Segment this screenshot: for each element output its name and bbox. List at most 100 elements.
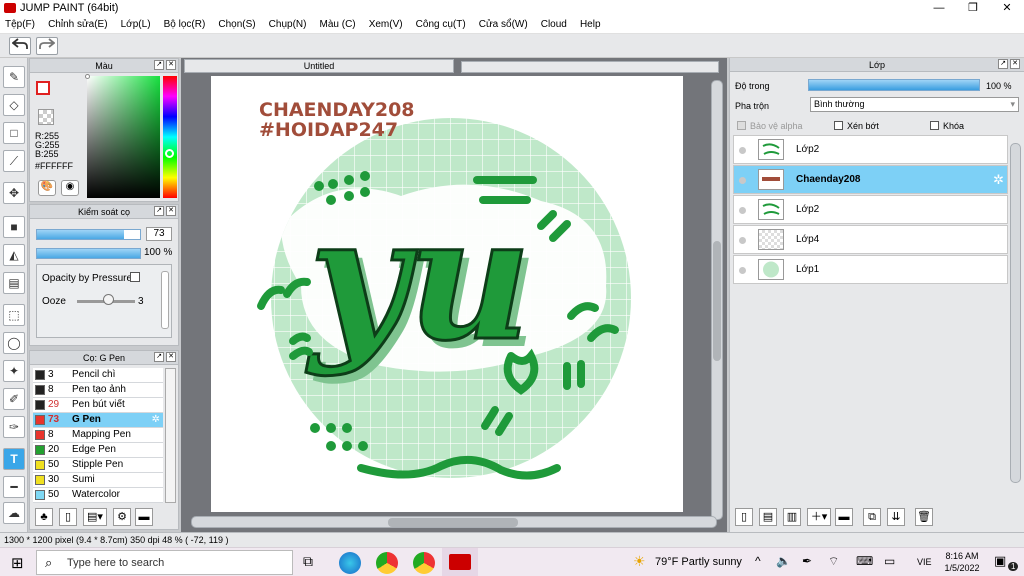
keyboard-icon[interactable]: ⌨ (856, 554, 873, 568)
add-layer-menu-button[interactable]: ＋▾ (807, 508, 831, 526)
cloud-tool[interactable]: ☁ (3, 502, 25, 524)
shape-tool[interactable]: □ (3, 122, 25, 144)
clock[interactable]: 8:16 AM 1/5/2022 (940, 550, 984, 574)
select-eraser-tool[interactable]: ✑ (3, 416, 25, 438)
canvas-hscroll-thumb[interactable] (388, 518, 518, 527)
layer-settings-icon[interactable]: ✲ (993, 172, 1004, 188)
move-tool[interactable]: ✥ (3, 182, 25, 204)
menu-layer[interactable]: Lớp(L) (116, 17, 156, 34)
canvas-tab[interactable]: Untitled (184, 59, 454, 73)
blend-mode-select[interactable]: Bình thường ▾ (810, 97, 1019, 112)
brush-size-value[interactable]: 73 (146, 227, 172, 241)
taskbar-search[interactable]: ⌕ Type here to search (36, 550, 293, 575)
canvas-paper[interactable]: CHAENDAY208 #HOIDAP247 yu yu (211, 76, 683, 512)
brush-settings-button[interactable]: ⚙ (113, 508, 131, 526)
layer-visibility-icon[interactable] (739, 207, 746, 214)
ooze-slider-handle[interactable] (103, 294, 114, 305)
saturation-value-picker[interactable] (85, 74, 160, 198)
gradient-tool[interactable]: ▤ (3, 272, 25, 294)
restore-button[interactable]: ❐ (956, 0, 990, 17)
layer-opacity-slider[interactable] (808, 79, 980, 91)
line-tool[interactable]: ⟋ (3, 150, 25, 172)
brush-row[interactable]: 50 Watercolor (33, 488, 163, 503)
layer-visibility-icon[interactable] (739, 147, 746, 154)
bucket-tool[interactable]: ◭ (3, 244, 25, 266)
hue-handle[interactable] (165, 149, 174, 158)
layer-visibility-icon[interactable] (739, 267, 746, 274)
weather-text[interactable]: 79°F Partly sunny (655, 556, 742, 568)
hue-slider[interactable] (163, 76, 177, 198)
select-rect-tool[interactable]: ⬚ (3, 304, 25, 326)
panel-close-icon[interactable]: ✕ (1010, 59, 1020, 69)
layer-row[interactable]: Lớp2 (733, 135, 1008, 164)
brush-folder-button[interactable]: ▬ (135, 508, 153, 526)
menu-edit[interactable]: Chỉnh sửa(E) (43, 17, 113, 34)
foreground-color[interactable] (36, 81, 50, 95)
layer-row[interactable]: Lớp1 (733, 255, 1008, 284)
brush-tool[interactable]: ✎ (3, 66, 25, 88)
layer-row[interactable]: Lớp4 (733, 225, 1008, 254)
new-layer-button[interactable]: ▯ (735, 508, 753, 526)
layer-folder-button[interactable]: ▬ (835, 508, 853, 526)
minimize-button[interactable]: — (922, 0, 956, 17)
panel-close-icon[interactable]: ✕ (166, 352, 176, 362)
notification-icon[interactable]: ▣ (994, 553, 1006, 569)
menu-window[interactable]: Cửa sổ(W) (474, 17, 533, 34)
ruler-tool[interactable]: ━ (3, 476, 25, 498)
menu-help[interactable]: Help (575, 17, 606, 34)
menu-filter[interactable]: Bộ lọc(R) (159, 17, 211, 34)
merge-layer-button[interactable]: ⇊ (887, 508, 905, 526)
menu-view[interactable]: Xem(V) (364, 17, 408, 34)
windows-start-icon[interactable]: ⊞ (11, 554, 24, 572)
brush-row[interactable]: 50 Stipple Pen (33, 458, 163, 473)
brush-list-scrollbar[interactable] (165, 368, 176, 503)
eraser-tool[interactable]: ◇ (3, 94, 25, 116)
menu-tools[interactable]: Công cụ(T) (411, 17, 471, 34)
color-set-button[interactable]: ◉ (61, 180, 79, 196)
layer-row[interactable]: Lớp2 (733, 195, 1008, 224)
menu-file[interactable]: Tệp(F) (0, 17, 40, 34)
opacity-pressure-checkbox[interactable] (130, 272, 140, 282)
panel-close-icon[interactable]: ✕ (166, 60, 176, 70)
select-pen-tool[interactable]: ✐ (3, 388, 25, 410)
brush-cloud-button[interactable]: ♣ (35, 508, 53, 526)
chrome-icon-2[interactable] (413, 552, 435, 574)
brush-row[interactable]: 20 Edge Pen (33, 443, 163, 458)
battery-icon[interactable]: ▭ (884, 554, 895, 568)
redo-button[interactable] (36, 37, 58, 55)
undo-button[interactable] (9, 37, 31, 55)
brush-options-scrollbar[interactable] (161, 271, 169, 329)
brush-menu-button[interactable]: ▤▾ (83, 508, 107, 526)
pen-icon[interactable]: ✒ (802, 554, 812, 568)
close-button[interactable]: ✕ (990, 0, 1024, 17)
task-view-icon[interactable]: ⧉ (303, 553, 313, 570)
chevron-up-icon[interactable]: ^ (755, 554, 761, 568)
magic-wand-tool[interactable]: ✦ (3, 360, 25, 382)
transparent-color[interactable] (38, 109, 54, 125)
language-indicator[interactable]: VIE (917, 557, 932, 567)
brush-row[interactable]: 3 Pencil chì (33, 368, 163, 383)
brush-row[interactable]: 30 Sumi (33, 473, 163, 488)
speaker-icon[interactable]: 🔈 (776, 554, 791, 568)
text-tool[interactable]: T (3, 448, 25, 470)
brush-settings-icon[interactable]: ✲ (152, 413, 160, 427)
panel-pop-icon[interactable]: ↗ (154, 206, 164, 216)
brush-row[interactable]: 29 Pen bút viết (33, 398, 163, 413)
brush-row[interactable]: 8 Pen tạo ảnh (33, 383, 163, 398)
menu-color[interactable]: Màu (C) (315, 17, 361, 34)
layer-row-selected[interactable]: Chaenday208 ✲ (733, 165, 1008, 194)
protect-alpha-checkbox[interactable] (737, 121, 746, 130)
chrome-icon[interactable] (376, 552, 398, 574)
brush-size-slider[interactable] (36, 229, 141, 240)
panel-pop-icon[interactable]: ↗ (154, 60, 164, 70)
panel-pop-icon[interactable]: ↗ (154, 352, 164, 362)
clip-checkbox[interactable] (834, 121, 843, 130)
brush-row-selected[interactable]: 73 G Pen ✲ (33, 413, 163, 428)
layers-scrollbar[interactable] (1010, 143, 1021, 483)
menu-capture[interactable]: Chụp(N) (264, 17, 312, 34)
delete-layer-button[interactable]: 🗑 (915, 508, 933, 526)
menu-select[interactable]: Chọn(S) (213, 17, 260, 34)
canvas-vertical-scrollbar[interactable] (711, 80, 723, 520)
brush-opacity-slider[interactable] (36, 248, 141, 259)
palette-button[interactable]: 🎨 (38, 180, 56, 196)
